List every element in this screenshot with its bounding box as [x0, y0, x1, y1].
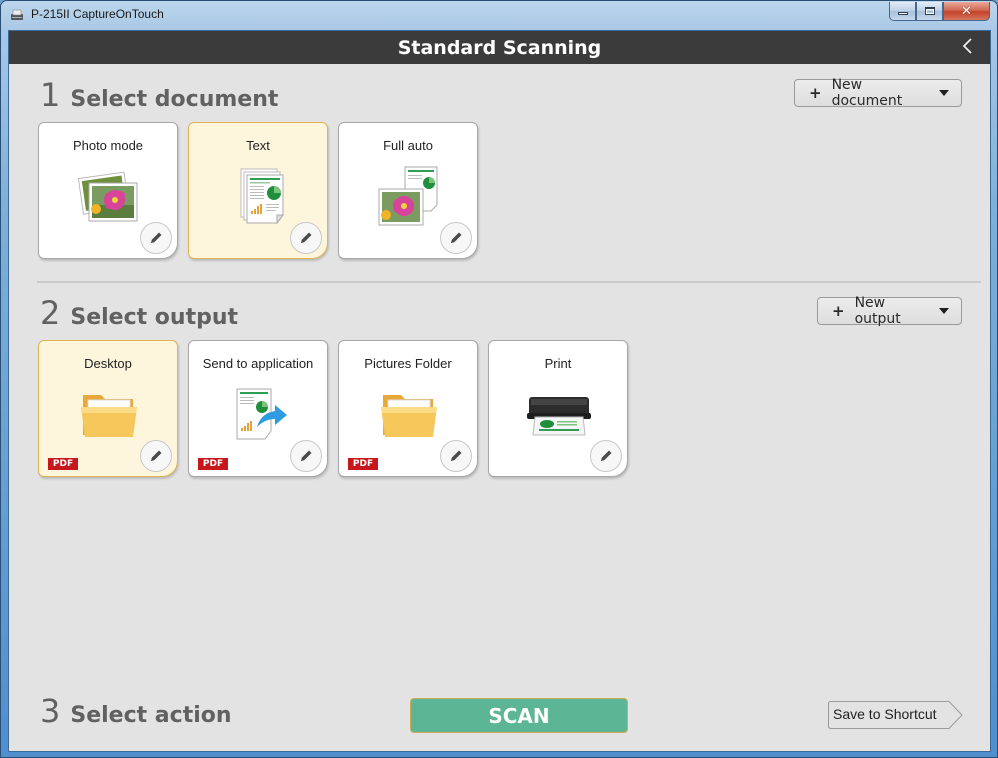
close-button[interactable]: ✕: [943, 2, 990, 21]
new-document-button[interactable]: + New document: [794, 77, 962, 109]
pencil-icon: [148, 448, 164, 464]
save-to-shortcut-button[interactable]: Save to Shortcut: [828, 701, 964, 729]
pencil-icon: [298, 230, 314, 246]
pencil-icon: [448, 448, 464, 464]
card-label: Print: [544, 356, 572, 371]
pencil-icon: [448, 230, 464, 246]
section-divider: [37, 281, 981, 283]
section-select-output: 2 Select output: [40, 294, 238, 332]
maximize-icon: [924, 7, 935, 15]
output-card-send-to-application[interactable]: Send to application PDF: [188, 340, 328, 477]
app-window: P-215II CaptureOnTouch ✕ Standard Scanni…: [0, 0, 998, 758]
card-label: Text: [246, 138, 270, 153]
chevron-left-icon: [962, 38, 972, 54]
pencil-icon: [148, 230, 164, 246]
output-card-print[interactable]: Print: [488, 340, 628, 477]
scan-button[interactable]: SCAN: [410, 698, 628, 733]
section-select-document: 1 Select document: [40, 76, 278, 114]
edit-button[interactable]: [290, 222, 322, 254]
full-auto-icon: [375, 165, 443, 229]
pdf-badge: PDF: [348, 458, 378, 470]
edit-button[interactable]: [440, 222, 472, 254]
window-title: P-215II CaptureOnTouch: [31, 7, 164, 21]
pencil-icon: [598, 448, 614, 464]
minimize-icon: [897, 12, 908, 15]
output-card-pictures-folder[interactable]: Pictures Folder PDF: [338, 340, 478, 477]
card-label: Send to application: [202, 356, 314, 371]
edit-button[interactable]: [140, 440, 172, 472]
section-select-action: 3 Select action: [40, 692, 232, 730]
card-label: Desktop: [84, 356, 132, 371]
edit-button[interactable]: [290, 440, 322, 472]
back-button[interactable]: [958, 37, 976, 57]
edit-button[interactable]: [140, 222, 172, 254]
printer-icon: [525, 383, 593, 447]
folder-icon: [75, 383, 143, 447]
section-number: 1: [40, 76, 61, 114]
photo-icon: [75, 165, 143, 229]
section-number: 2: [40, 294, 61, 332]
section-number: 3: [40, 692, 61, 730]
new-output-label: New output: [854, 295, 901, 327]
minimize-button[interactable]: [889, 2, 916, 21]
pdf-badge: PDF: [48, 458, 78, 470]
edit-button[interactable]: [440, 440, 472, 472]
edit-button[interactable]: [590, 440, 622, 472]
section-label: Select action: [70, 703, 232, 728]
client-area: Standard Scanning 1 Select document + Ne…: [8, 30, 991, 752]
plus-icon: +: [832, 302, 845, 320]
section-label: Select document: [70, 87, 279, 112]
document-card-text[interactable]: Text: [188, 122, 328, 259]
new-output-button[interactable]: + New output: [817, 295, 962, 327]
close-icon: ✕: [961, 3, 972, 19]
card-label: Photo mode: [72, 138, 144, 153]
maximize-button[interactable]: [916, 2, 943, 21]
output-card-desktop[interactable]: Desktop PDF: [38, 340, 178, 477]
caret-down-icon: [939, 90, 949, 96]
caret-down-icon: [939, 308, 949, 314]
send-to-app-icon: [225, 383, 293, 447]
new-document-label: New document: [831, 77, 903, 109]
folder-icon: [375, 383, 443, 447]
plus-icon: +: [809, 84, 822, 102]
scanner-icon: [11, 9, 23, 20]
window-controls: ✕: [889, 2, 990, 21]
title-bar[interactable]: P-215II CaptureOnTouch ✕: [1, 1, 997, 30]
pencil-icon: [298, 448, 314, 464]
pdf-badge: PDF: [198, 458, 228, 470]
header-bar: Standard Scanning: [9, 31, 990, 64]
card-label: Full auto: [383, 138, 433, 153]
section-label: Select output: [70, 305, 239, 330]
document-card-photo-mode[interactable]: Photo mode: [38, 122, 178, 259]
save-to-shortcut-label: Save to Shortcut: [833, 706, 937, 722]
page-title: Standard Scanning: [397, 37, 602, 59]
document-card-full-auto[interactable]: Full auto: [338, 122, 478, 259]
card-label: Pictures Folder: [364, 356, 452, 371]
text-document-icon: [225, 165, 293, 229]
